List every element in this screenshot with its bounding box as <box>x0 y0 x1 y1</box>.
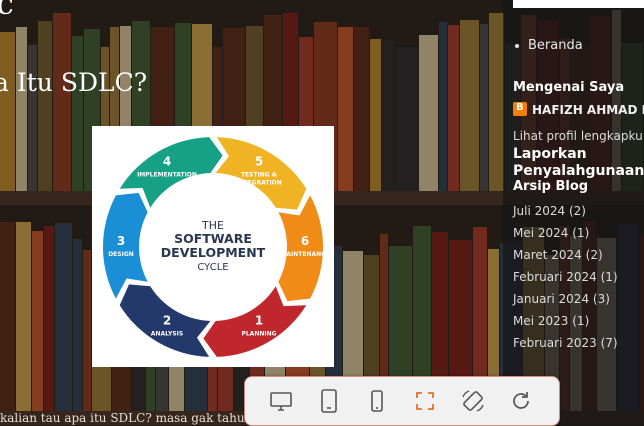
step-number: 5 <box>255 154 263 168</box>
profile-link[interactable]: Lihat profil lengkapku <box>513 129 643 143</box>
diagram-center-text: SOFTWARE <box>174 231 252 246</box>
archive-month: Februari 2024 <box>513 270 597 284</box>
cycle-segment <box>278 195 323 302</box>
archive-month: Februari 2023 <box>513 336 597 350</box>
step-label: PLANNING <box>241 331 276 338</box>
step-label: TESTING & <box>241 171 277 178</box>
archive-count: (2) <box>565 204 586 218</box>
step-number: 6 <box>301 234 309 248</box>
archive-count: (2) <box>581 248 603 262</box>
step-label: ANALYSIS <box>151 331 183 338</box>
search-input[interactable] <box>513 0 644 8</box>
archive-item[interactable]: Januari 2024 (3) <box>513 292 618 314</box>
author-link[interactable]: HAFIZH AHMAD RA <box>513 102 644 117</box>
step-number: 4 <box>163 154 171 168</box>
step-number: 2 <box>163 314 171 328</box>
archive-month: Maret 2024 <box>513 248 582 262</box>
desktop-view-button[interactable] <box>267 387 295 415</box>
archive-item[interactable]: Mei 2024 (1) <box>513 226 618 248</box>
archive-item[interactable]: Februari 2023 (7) <box>513 336 618 358</box>
archive-count: (1) <box>596 270 618 284</box>
archive-item[interactable]: Februari 2024 (1) <box>513 270 618 292</box>
sdlc-diagram-image: 4 IMPLEMENTATION 5 TESTING & INTEGRATION 6 MAI… <box>92 126 334 367</box>
archive-item[interactable]: Maret 2024 (2) <box>513 248 618 270</box>
step-number: 3 <box>117 234 125 248</box>
tablet-view-button[interactable] <box>315 387 343 415</box>
diagram-center-text: DEVELOPMENT <box>161 245 266 260</box>
bullet-icon <box>515 43 519 48</box>
about-title: Mengenai Saya <box>513 80 625 95</box>
archive-count: (1) <box>568 226 590 240</box>
archive-title: Arsip Blog <box>513 179 589 194</box>
step-label: MAINTENANCE <box>280 251 329 258</box>
archive-count: (7) <box>596 336 618 350</box>
archive-count: (3) <box>589 292 610 306</box>
blogger-icon <box>513 102 527 116</box>
rotate-icon <box>462 390 484 412</box>
archive-list: Juli 2024 (2) Mei 2024 (1) Maret 2024 (2) F… <box>513 204 618 358</box>
fullscreen-icon <box>416 392 434 410</box>
nav-item-beranda[interactable]: Beranda <box>515 38 583 53</box>
archive-month: Mei 2024 <box>513 226 569 240</box>
phone-view-button[interactable] <box>363 387 391 415</box>
archive-count: (1) <box>568 314 590 328</box>
rotate-button[interactable] <box>459 387 487 415</box>
archive-month: Juli 2024 <box>513 204 566 218</box>
archive-month: Januari 2024 <box>513 292 590 306</box>
refresh-button[interactable] <box>507 387 535 415</box>
nav-label: Beranda <box>528 38 583 53</box>
step-label: IMPLEMENTATION <box>137 171 197 178</box>
archive-item[interactable]: Juli 2024 (2) <box>513 204 618 226</box>
report-abuse-link[interactable]: Laporkan Penyalahgunaan <box>513 146 644 180</box>
post-title[interactable]: a Itu SDLC? <box>0 68 147 97</box>
step-label: DESIGN <box>108 251 134 258</box>
diagram-center-text: CYCLE <box>197 262 228 273</box>
cycle-segment <box>103 192 148 299</box>
archive-item[interactable]: Mei 2023 (1) <box>513 314 618 336</box>
phone-icon <box>371 390 383 412</box>
archive-month: Mei 2023 <box>513 314 569 328</box>
refresh-icon <box>513 392 529 409</box>
sidebar: Beranda Mengenai Saya HAFIZH AHMAD RA Li… <box>503 0 644 426</box>
device-preview-toolbar <box>244 376 560 426</box>
author-name: HAFIZH AHMAD RA <box>532 103 644 117</box>
tablet-icon <box>321 389 337 413</box>
desktop-icon <box>270 392 292 411</box>
step-number: 1 <box>255 314 263 328</box>
fullscreen-button[interactable] <box>411 387 439 415</box>
site-title[interactable]: C <box>0 0 14 20</box>
